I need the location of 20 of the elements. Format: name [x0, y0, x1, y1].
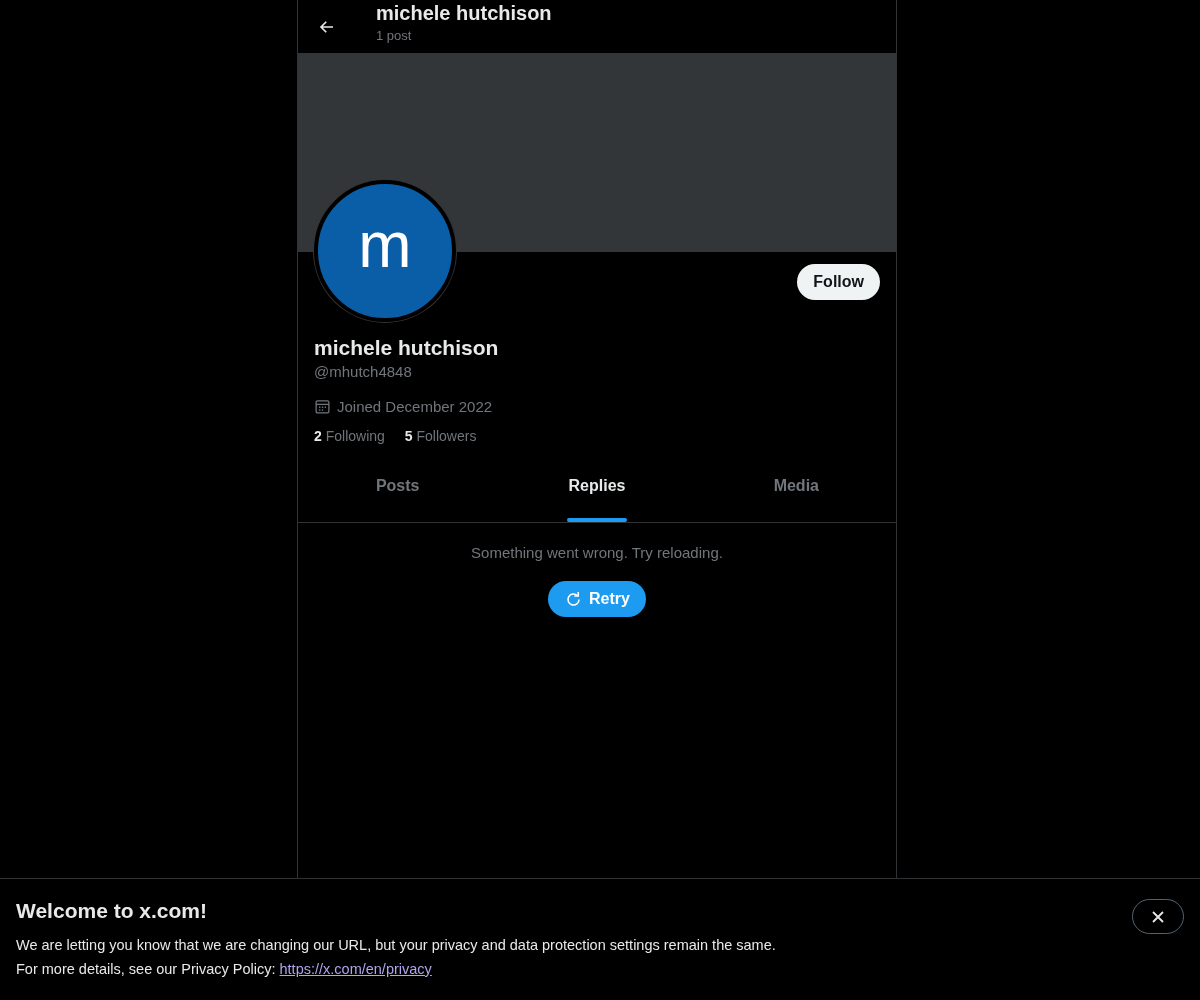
joined-date: Joined December 2022 — [337, 398, 493, 415]
profile-title: michele hutchison — [376, 2, 552, 25]
post-count: 1 post — [376, 28, 413, 43]
privacy-link[interactable]: https://x.com/en/privacy — [279, 961, 432, 977]
notice-title: Welcome to x.com! — [16, 899, 208, 923]
close-icon — [1151, 909, 1165, 924]
notice-details: For more details, see our Privacy Policy: https://x.com/en/privacy — [16, 961, 433, 977]
profile-tab[interactable]: Replies — [497, 460, 697, 522]
follow-stat-link[interactable]: 5 Followers — [404, 428, 477, 444]
close-button[interactable] — [1132, 899, 1184, 934]
follow-button[interactable]: Follow — [797, 264, 880, 300]
follow-stat-link[interactable]: 2 Following — [314, 428, 385, 444]
profile-tab[interactable]: Media — [696, 460, 896, 522]
avatar-letter: m — [358, 208, 412, 282]
calendar-icon — [314, 398, 331, 415]
notice-text: We are letting you know that we are changing our URL, but your privacy and data protection settings remain the same. — [16, 937, 776, 953]
profile-handle: @mhutch4848 — [314, 363, 413, 380]
profile-tab[interactable]: Posts — [298, 460, 498, 522]
profile-name: michele hutchison — [314, 336, 500, 360]
error-message: Something went wrong. Try reloading. — [471, 544, 723, 561]
